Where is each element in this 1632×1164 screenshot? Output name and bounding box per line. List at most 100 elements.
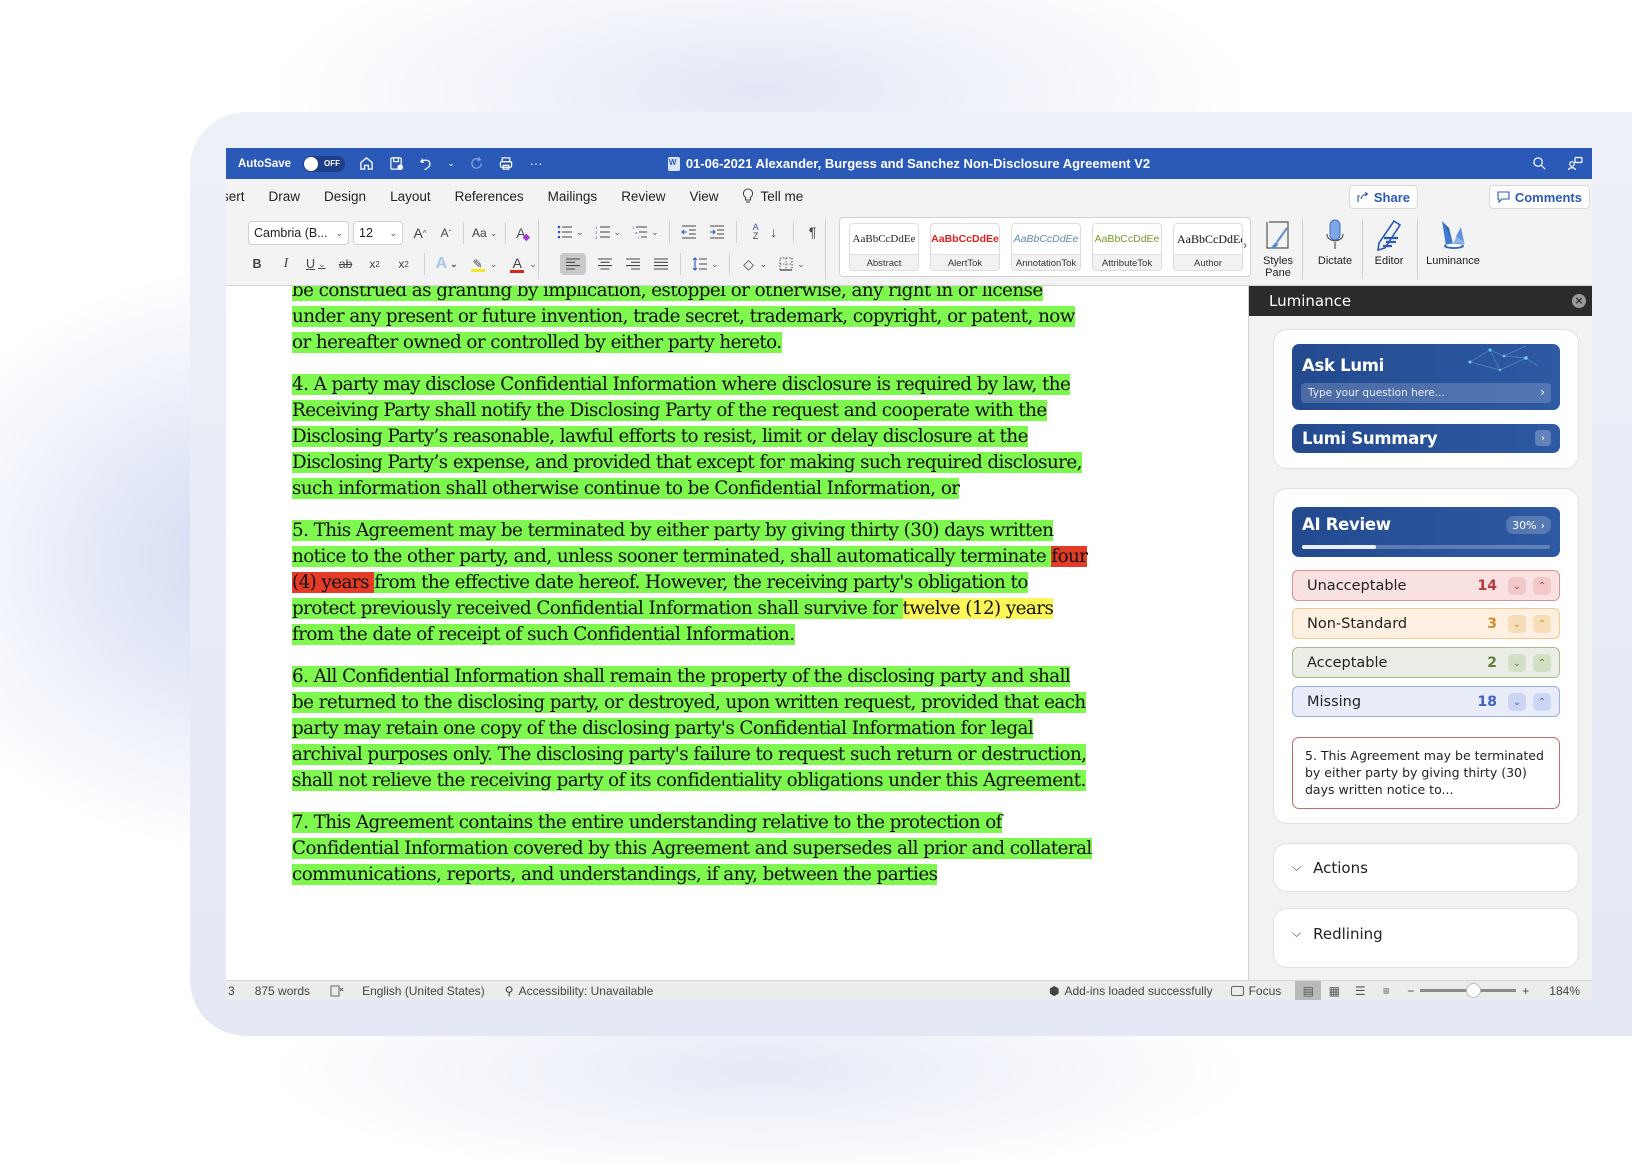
share-button[interactable]: Share: [1348, 185, 1418, 209]
strikethrough-icon[interactable]: ab: [337, 253, 355, 275]
chevron-down-icon[interactable]: ⌄: [1508, 615, 1526, 633]
styles-pane-button[interactable]: Styles Pane: [1257, 215, 1299, 279]
home-icon[interactable]: [357, 155, 375, 173]
bold-icon[interactable]: B: [248, 253, 266, 275]
print-icon[interactable]: [497, 155, 515, 173]
document-canvas[interactable]: be construed as granting by implication,…: [226, 286, 1248, 980]
highlighted-text[interactable]: 5. This Agreement may be terminated by e…: [292, 520, 1054, 567]
tab-review[interactable]: Review: [609, 189, 677, 204]
actions-section[interactable]: ⌵ Actions: [1273, 843, 1579, 892]
highlighted-text[interactable]: 6. All Confidential Information shall re…: [292, 666, 1087, 791]
document-paragraph[interactable]: 6. All Confidential Information shall re…: [292, 664, 1092, 794]
print-layout-view-icon[interactable]: ▤: [1295, 980, 1322, 1000]
chevron-down-icon[interactable]: ⌄: [529, 259, 537, 270]
style-attributetok[interactable]: AaBbCcDdEe AttributeTok: [1092, 223, 1162, 271]
highlighted-text[interactable]: from the date of receipt of such Confide…: [292, 624, 795, 645]
luminance-button[interactable]: Luminance: [1422, 215, 1484, 267]
category-unacceptable[interactable]: Unacceptable 14 ⌄ ⌃: [1292, 570, 1560, 601]
align-left-icon[interactable]: [560, 253, 586, 275]
highlight-color-icon[interactable]: ✎: [469, 253, 487, 275]
ai-review-card[interactable]: AI Review 30% ›: [1292, 507, 1560, 557]
superscript-icon[interactable]: x2: [395, 253, 413, 275]
chevron-up-icon[interactable]: ⌃: [1533, 654, 1551, 672]
outline-view-icon[interactable]: ☰: [1347, 981, 1373, 1001]
underline-icon[interactable]: U ⌄: [306, 253, 326, 275]
tab-mailings[interactable]: Mailings: [536, 189, 610, 204]
save-icon[interactable]: [387, 155, 405, 173]
highlighted-text[interactable]: be construed as granting by implication,…: [292, 286, 1075, 353]
addins-status[interactable]: ⬢ Add-ins loaded successfully: [1049, 984, 1213, 998]
chevron-down-icon[interactable]: ⌄: [797, 259, 805, 270]
close-icon[interactable]: ×: [1572, 294, 1586, 308]
chevron-down-icon[interactable]: ⌄: [576, 227, 584, 238]
style-alerttok[interactable]: AaBbCcDdEe AlertTok: [930, 223, 1000, 271]
style-annotationtok[interactable]: AaBbCcDdEe AnnotationTok: [1011, 223, 1081, 271]
undo-dropdown-chevron-icon[interactable]: ⌄: [447, 155, 455, 173]
tab-references[interactable]: References: [443, 189, 536, 204]
italic-icon[interactable]: I: [277, 253, 295, 275]
show-formatting-icon[interactable]: ¶: [804, 221, 822, 243]
zoom-out-button[interactable]: −: [1407, 984, 1414, 998]
search-icon[interactable]: [1530, 155, 1548, 173]
redlining-section[interactable]: ⌵ Redlining: [1273, 908, 1579, 968]
multilevel-list-icon[interactable]: 1ai: [631, 221, 649, 243]
draft-view-icon[interactable]: ≡: [1373, 981, 1399, 1001]
page-indicator[interactable]: 3: [228, 984, 235, 998]
send-chevron-icon[interactable]: ›: [1540, 385, 1545, 399]
font-name-select[interactable]: Cambria (B... ⌄: [248, 221, 349, 245]
document-paragraph[interactable]: 7. This Agreement contains the entire un…: [292, 810, 1092, 888]
chevron-down-icon[interactable]: ⌄: [760, 259, 768, 270]
chevron-up-icon[interactable]: ⌃: [1533, 577, 1551, 595]
ask-lumi-input[interactable]: Type your question here... ›: [1301, 383, 1551, 403]
document-paragraph[interactable]: be construed as granting by implication,…: [292, 286, 1092, 356]
sort-icon[interactable]: AZ: [747, 221, 765, 243]
language[interactable]: English (United States): [362, 984, 485, 998]
web-layout-view-icon[interactable]: ▦: [1321, 981, 1347, 1001]
font-size-select[interactable]: 12 ⌄: [353, 221, 403, 245]
line-spacing-icon[interactable]: [691, 253, 709, 275]
zoom-in-button[interactable]: +: [1522, 984, 1529, 998]
tab-layout[interactable]: Layout: [378, 189, 443, 204]
proofing-icon[interactable]: [330, 985, 344, 997]
tell-me-search[interactable]: Tell me: [730, 188, 803, 204]
category-acceptable[interactable]: Acceptable 2 ⌄ ⌃: [1292, 647, 1560, 678]
styles-next-chevron-icon[interactable]: ›: [1243, 238, 1247, 252]
word-count[interactable]: 875 words: [255, 984, 310, 998]
tab-view[interactable]: View: [677, 189, 730, 204]
align-right-icon[interactable]: [624, 253, 642, 275]
font-color-icon[interactable]: A: [508, 253, 526, 275]
shrink-font-icon[interactable]: Aˇ: [437, 222, 455, 244]
chevron-down-icon[interactable]: ⌄: [614, 227, 622, 238]
category-non-standard[interactable]: Non-Standard 3 ⌄ ⌃: [1292, 608, 1560, 639]
more-icon[interactable]: ···: [527, 155, 545, 173]
clause-excerpt[interactable]: 5. This Agreement may be terminated by e…: [1292, 737, 1560, 809]
increase-indent-icon[interactable]: [708, 221, 726, 243]
style-author[interactable]: AaBbCcDdEe Author: [1173, 223, 1243, 271]
grow-font-icon[interactable]: A ^: [411, 222, 429, 244]
chevron-down-icon[interactable]: ⌄: [711, 259, 719, 270]
comments-button[interactable]: Comments: [1488, 185, 1590, 209]
bullets-icon[interactable]: [556, 221, 574, 243]
document-paragraph[interactable]: 4. A party may disclose Confidential Inf…: [292, 372, 1092, 502]
borders-icon[interactable]: [777, 253, 795, 275]
subscript-icon[interactable]: x2: [366, 253, 384, 275]
undo-icon[interactable]: [417, 155, 435, 173]
chevron-up-icon[interactable]: ⌃: [1533, 615, 1551, 633]
tab-insert[interactable]: sert: [226, 189, 257, 204]
chevron-down-icon[interactable]: ⌄: [490, 259, 498, 270]
highlighted-text[interactable]: 4. A party may disclose Confidential Inf…: [292, 374, 1082, 499]
dictate-button[interactable]: Dictate: [1314, 215, 1356, 267]
shading-icon[interactable]: ◇: [740, 253, 758, 275]
category-missing[interactable]: Missing 18 ⌄ ⌃: [1292, 686, 1560, 717]
ai-review-percent-badge[interactable]: 30% ›: [1506, 516, 1551, 534]
tab-draw[interactable]: Draw: [257, 189, 313, 204]
lumi-summary-button[interactable]: Lumi Summary ›: [1292, 424, 1560, 453]
chevron-down-icon[interactable]: ⌄: [651, 227, 659, 238]
editor-button[interactable]: Editor: [1368, 215, 1410, 267]
accessibility-status[interactable]: ⚲ Accessibility: Unavailable: [505, 984, 654, 998]
redo-icon[interactable]: [467, 155, 485, 173]
document-text[interactable]: be construed as granting by implication,…: [292, 286, 1092, 904]
chevron-down-icon[interactable]: ⌄: [1508, 654, 1526, 672]
chevron-up-icon[interactable]: ⌃: [1533, 693, 1551, 711]
text-effects-icon[interactable]: A ⌄: [436, 253, 458, 275]
